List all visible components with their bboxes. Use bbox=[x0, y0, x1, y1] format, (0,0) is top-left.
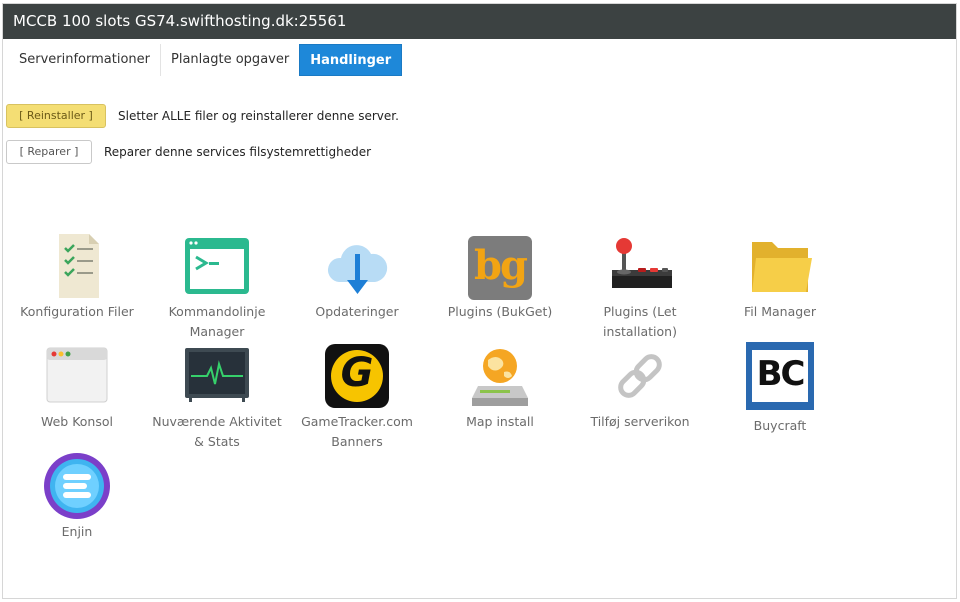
tile-web-konsol[interactable]: Web Konsol bbox=[7, 342, 147, 432]
buycraft-logo-icon: BC bbox=[746, 342, 814, 410]
tile-plugins-bukget[interactable]: bg Plugins (BukGet) bbox=[430, 232, 570, 322]
tile-label: Kommandolinje Manager bbox=[168, 304, 266, 339]
buycraft-logo-text: BC bbox=[756, 354, 806, 394]
tile-label: Opdateringer bbox=[315, 304, 399, 319]
tile-label: Fil Manager bbox=[744, 304, 816, 319]
bukget-logo-text: bg bbox=[474, 242, 528, 289]
tile-label: Tilføj serverikon bbox=[590, 414, 690, 429]
tile-konfiguration-filer[interactable]: Konfiguration Filer bbox=[7, 232, 147, 322]
tab-bar: Serverinformationer Planlagte opgaver Ha… bbox=[3, 39, 956, 81]
activity-monitor-icon bbox=[183, 342, 251, 410]
tab-handlinger[interactable]: Handlinger bbox=[299, 43, 403, 76]
panel-title: MCCB 100 slots GS74.swifthosting.dk:2556… bbox=[3, 4, 956, 39]
tile-label: Enjin bbox=[61, 524, 93, 539]
reinstall-row: [ Reinstaller ] Sletter ALLE filer og re… bbox=[6, 104, 399, 128]
tile-buycraft[interactable]: BC Buycraft bbox=[710, 342, 850, 436]
reinstall-description: Sletter ALLE filer og reinstallerer denn… bbox=[118, 109, 399, 123]
reinstall-button[interactable]: [ Reinstaller ] bbox=[6, 104, 106, 128]
tile-label: GameTracker.com Banners bbox=[301, 414, 413, 449]
repair-row: [ Reparer ] Reparer denne services filsy… bbox=[6, 140, 371, 164]
tile-label: Web Konsol bbox=[40, 414, 113, 429]
tile-label: Buycraft bbox=[753, 418, 807, 433]
tile-opdateringer[interactable]: Opdateringer bbox=[287, 232, 427, 322]
cloud-download-icon bbox=[323, 232, 391, 300]
tile-plugins-let-installation[interactable]: Plugins (Let installation) bbox=[570, 232, 710, 342]
chain-link-icon bbox=[606, 342, 674, 410]
gametracker-logo-text: G bbox=[340, 350, 374, 396]
globe-drive-icon bbox=[466, 342, 534, 410]
enjin-logo-icon bbox=[43, 452, 111, 520]
terminal-icon bbox=[183, 232, 251, 300]
tile-label: Plugins (Let installation) bbox=[603, 304, 677, 339]
tile-tilfoej-serverikon[interactable]: Tilføj serverikon bbox=[570, 342, 710, 432]
checklist-document-icon bbox=[43, 232, 111, 300]
tile-nuvaerende-aktivitet[interactable]: Nuværende Aktivitet & Stats bbox=[147, 342, 287, 452]
tab-serverinformationer[interactable]: Serverinformationer bbox=[9, 43, 162, 76]
tile-kommandolinje-manager[interactable]: Kommandolinje Manager bbox=[147, 232, 287, 342]
repair-description: Reparer denne services filsystemrettighe… bbox=[104, 145, 372, 159]
tile-label: Nuværende Aktivitet & Stats bbox=[152, 414, 282, 449]
repair-button[interactable]: [ Reparer ] bbox=[6, 140, 92, 164]
browser-window-icon bbox=[43, 342, 111, 410]
tile-map-install[interactable]: Map install bbox=[430, 342, 570, 432]
tile-label: Plugins (BukGet) bbox=[447, 304, 553, 319]
tile-label: Konfiguration Filer bbox=[20, 304, 134, 319]
tab-planlagte-opgaver[interactable]: Planlagte opgaver bbox=[161, 44, 299, 76]
joystick-icon bbox=[606, 232, 674, 300]
folder-icon bbox=[746, 232, 814, 300]
tile-gametracker-banners[interactable]: G GameTracker.com Banners bbox=[287, 342, 427, 452]
server-panel: MCCB 100 slots GS74.swifthosting.dk:2556… bbox=[2, 3, 957, 599]
tile-enjin[interactable]: Enjin bbox=[7, 452, 147, 542]
tile-fil-manager[interactable]: Fil Manager bbox=[710, 232, 850, 322]
bukget-logo-icon: bg bbox=[466, 232, 534, 300]
gametracker-logo-icon: G bbox=[323, 342, 391, 410]
tile-label: Map install bbox=[466, 414, 534, 429]
